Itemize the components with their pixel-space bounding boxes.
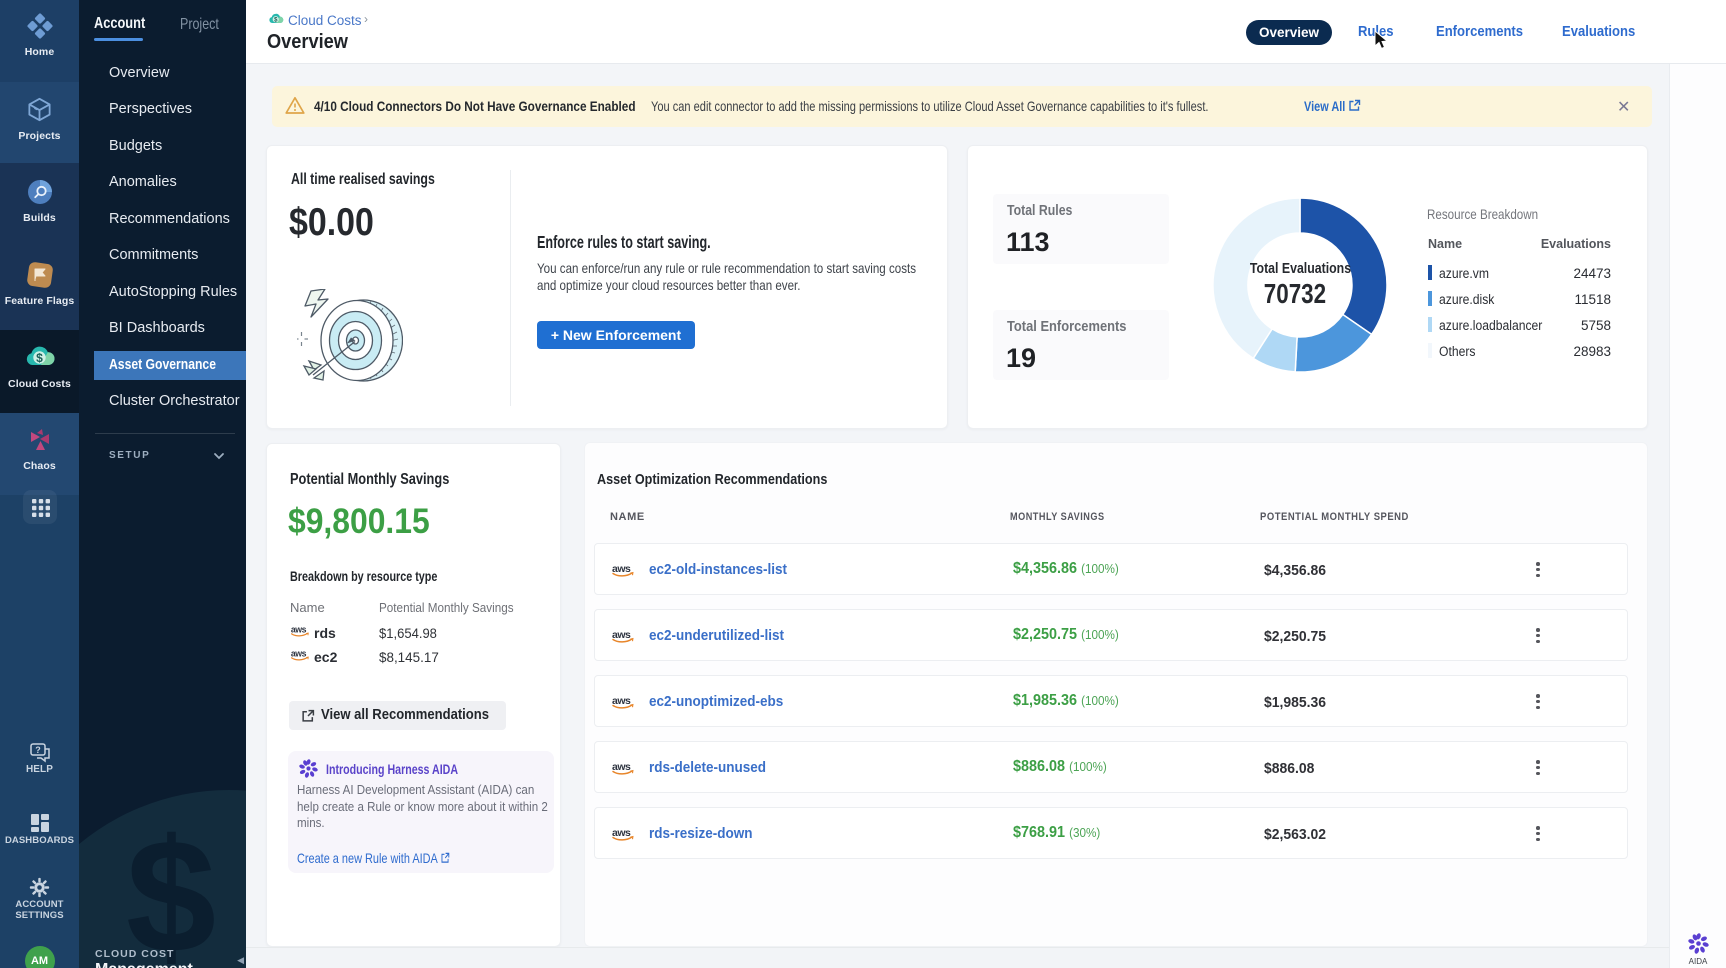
svg-text:?: ?	[35, 745, 41, 755]
svg-text:aws: aws	[612, 695, 631, 707]
svg-text:aws: aws	[291, 649, 307, 659]
svg-text:aws: aws	[612, 629, 631, 641]
svg-text:aws: aws	[612, 563, 631, 575]
svg-text:aws: aws	[612, 827, 631, 839]
svg-text:$: $	[36, 351, 43, 365]
svg-text:aws: aws	[612, 761, 631, 773]
svg-text:aws: aws	[291, 625, 307, 635]
